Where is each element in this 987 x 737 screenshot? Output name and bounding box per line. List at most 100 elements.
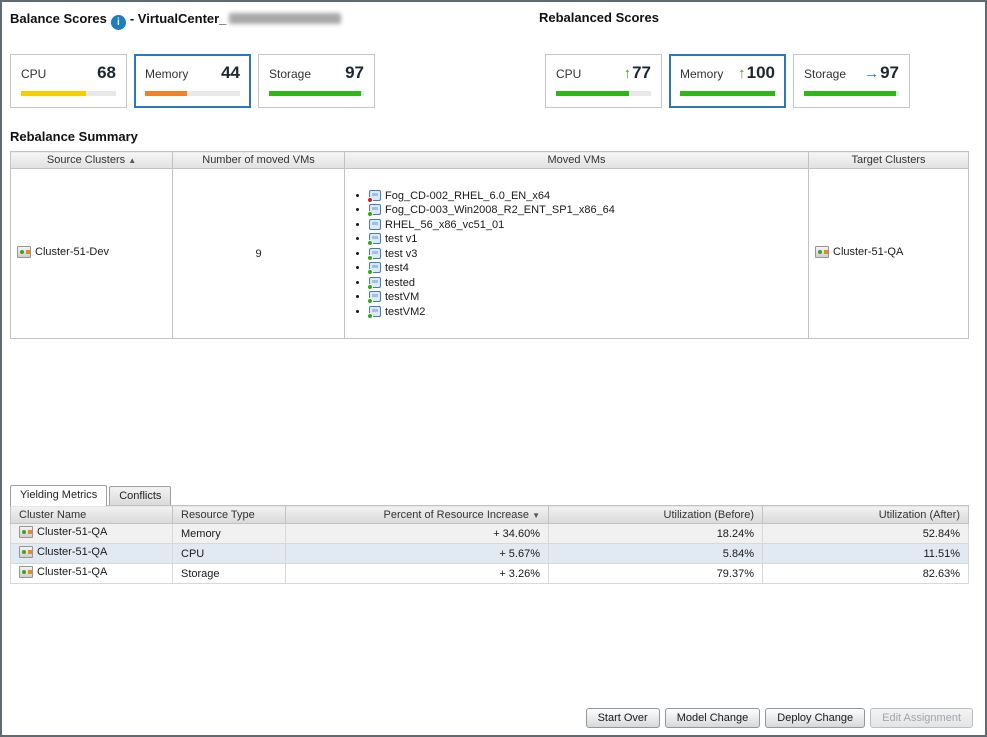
footer-actions: Start Over Model Change Deploy Change Ed… <box>586 708 973 728</box>
resource-type-cell: CPU <box>173 544 286 564</box>
metrics-header-row: Cluster Name Resource Type Percent of Re… <box>11 506 969 524</box>
col-label: Moved VMs <box>547 154 605 166</box>
metrics-row[interactable]: Cluster-51-QA Storage + 3.26% 79.37% 82.… <box>11 564 969 584</box>
summary-row[interactable]: Cluster-51-Dev 9 Fog_CD-002_RHEL_6.0_EN_… <box>11 169 969 339</box>
col-utilization-before[interactable]: Utilization (Before) <box>549 506 763 524</box>
start-over-button[interactable]: Start Over <box>586 708 660 728</box>
sort-desc-icon: ▼ <box>532 511 540 520</box>
page-header: Balance Scoresi- VirtualCenter_ Rebalanc… <box>2 2 985 28</box>
vm-status-badge <box>367 298 373 304</box>
col-resource-type[interactable]: Resource Type <box>173 506 286 524</box>
utilization-before-cell: 5.84% <box>549 544 763 564</box>
vm-name: testVM <box>385 291 419 303</box>
rebalanced-card-storage[interactable]: Storage→97 <box>793 54 910 108</box>
vm-name: Fog_CD-002_RHEL_6.0_EN_x64 <box>385 190 550 202</box>
card-label: Storage <box>269 67 311 81</box>
moved-vm-item[interactable]: testVM <box>369 291 802 303</box>
col-moved-vms[interactable]: Moved VMs <box>345 152 809 169</box>
moved-vm-item[interactable]: Fog_CD-003_Win2008_R2_ENT_SP1_x86_64 <box>369 204 802 216</box>
percent-increase-cell: + 3.26% <box>286 564 549 584</box>
card-value: 77 <box>632 63 651 83</box>
moved-vm-item[interactable]: test v3 <box>369 248 802 260</box>
cluster-cell: Cluster-51-QA <box>11 544 173 564</box>
moved-vm-item[interactable]: Fog_CD-002_RHEL_6.0_EN_x64 <box>369 190 802 202</box>
card-label: CPU <box>21 67 46 81</box>
cluster-icon <box>19 546 33 558</box>
vm-icon <box>369 204 381 215</box>
vm-status-badge <box>367 255 373 261</box>
utilization-after-cell: 11.51% <box>763 544 969 564</box>
rebalanced-cards-group: CPU ↑77 Memory↑100 Storage→97 <box>545 54 910 108</box>
cluster-name: Cluster-51-QA <box>37 546 107 558</box>
rebalanced-card-memory[interactable]: Memory↑100 <box>669 54 786 108</box>
vm-icon <box>369 219 381 230</box>
up-arrow-icon: ↑ <box>624 66 632 81</box>
cluster-icon <box>17 246 31 258</box>
card-label: Memory <box>145 67 188 81</box>
col-label: Utilization (Before) <box>664 509 754 521</box>
score-bar <box>680 91 775 96</box>
moved-vm-count: 9 <box>173 169 345 339</box>
vm-name: test v1 <box>385 233 417 245</box>
tab-label: Yielding Metrics <box>20 489 97 501</box>
balance-card-cpu[interactable]: CPU68 <box>10 54 127 108</box>
vm-status-badge <box>367 313 373 319</box>
vm-status-badge <box>367 240 373 246</box>
col-label: Resource Type <box>181 509 255 521</box>
cluster-cell: Cluster-51-QA <box>11 564 173 584</box>
tab-label: Conflicts <box>119 490 161 502</box>
vm-status-badge <box>367 269 373 275</box>
percent-increase-cell: + 34.60% <box>286 524 549 544</box>
card-value: 97 <box>880 63 899 83</box>
source-cluster-cell: Cluster-51-Dev <box>11 169 173 339</box>
metrics-row[interactable]: Cluster-51-QA Memory + 34.60% 18.24% 52.… <box>11 524 969 544</box>
vm-icon <box>369 248 381 259</box>
col-percent-increase[interactable]: Percent of Resource Increase ▼ <box>286 506 549 524</box>
vm-name: test4 <box>385 262 409 274</box>
balance-card-storage[interactable]: Storage 97 <box>258 54 375 108</box>
right-arrow-icon: → <box>864 66 879 81</box>
col-moved-count[interactable]: Number of moved VMs <box>173 152 345 169</box>
score-bar <box>145 91 240 96</box>
balance-scores-title: Balance Scores <box>10 11 107 26</box>
rebalanced-card-cpu[interactable]: CPU ↑77 <box>545 54 662 108</box>
utilization-before-cell: 79.37% <box>549 564 763 584</box>
rebalance-summary-title: Rebalance Summary <box>10 129 985 144</box>
vm-status-badge <box>367 211 373 217</box>
moved-vm-item[interactable]: test4 <box>369 262 802 274</box>
cluster-cell: Cluster-51-QA <box>11 524 173 544</box>
tab-yielding-metrics[interactable]: Yielding Metrics <box>10 485 107 506</box>
score-bar <box>804 91 899 96</box>
col-source-clusters[interactable]: Source Clusters ▲ <box>11 152 173 169</box>
col-cluster-name[interactable]: Cluster Name <box>11 506 173 524</box>
model-change-button[interactable]: Model Change <box>665 708 761 728</box>
col-utilization-after[interactable]: Utilization (After) <box>763 506 969 524</box>
moved-vm-item[interactable]: testVM2 <box>369 306 802 318</box>
metrics-row[interactable]: Cluster-51-QA CPU + 5.67% 5.84% 11.51% <box>11 544 969 564</box>
cluster-name: Cluster-51-QA <box>37 526 107 538</box>
vm-name: Fog_CD-003_Win2008_R2_ENT_SP1_x86_64 <box>385 204 615 216</box>
deploy-change-button[interactable]: Deploy Change <box>765 708 865 728</box>
tab-conflicts[interactable]: Conflicts <box>109 486 171 505</box>
vm-name: RHEL_56_x86_vc51_01 <box>385 219 504 231</box>
edit-assignment-button: Edit Assignment <box>870 708 973 728</box>
card-value: 97 <box>345 63 364 83</box>
moved-vm-item[interactable]: test v1 <box>369 233 802 245</box>
moved-vm-item[interactable]: tested <box>369 277 802 289</box>
balance-card-memory[interactable]: Memory44 <box>134 54 251 108</box>
info-icon[interactable]: i <box>111 15 126 30</box>
col-target-clusters[interactable]: Target Clusters <box>809 152 969 169</box>
col-label: Utilization (After) <box>879 509 960 521</box>
vm-status-badge <box>367 197 373 203</box>
resource-type-cell: Memory <box>173 524 286 544</box>
cluster-icon <box>19 566 33 578</box>
utilization-after-cell: 82.63% <box>763 564 969 584</box>
vm-status-badge <box>367 284 373 290</box>
moved-vm-item[interactable]: RHEL_56_x86_vc51_01 <box>369 219 802 231</box>
card-label: CPU <box>556 67 581 81</box>
moved-vms-cell: Fog_CD-002_RHEL_6.0_EN_x64 Fog_CD-003_Wi… <box>345 169 809 339</box>
target-cluster-name: Cluster-51-QA <box>833 246 903 258</box>
col-label: Target Clusters <box>852 154 926 166</box>
col-label: Percent of Resource Increase <box>383 509 529 521</box>
sort-asc-icon: ▲ <box>128 156 136 165</box>
